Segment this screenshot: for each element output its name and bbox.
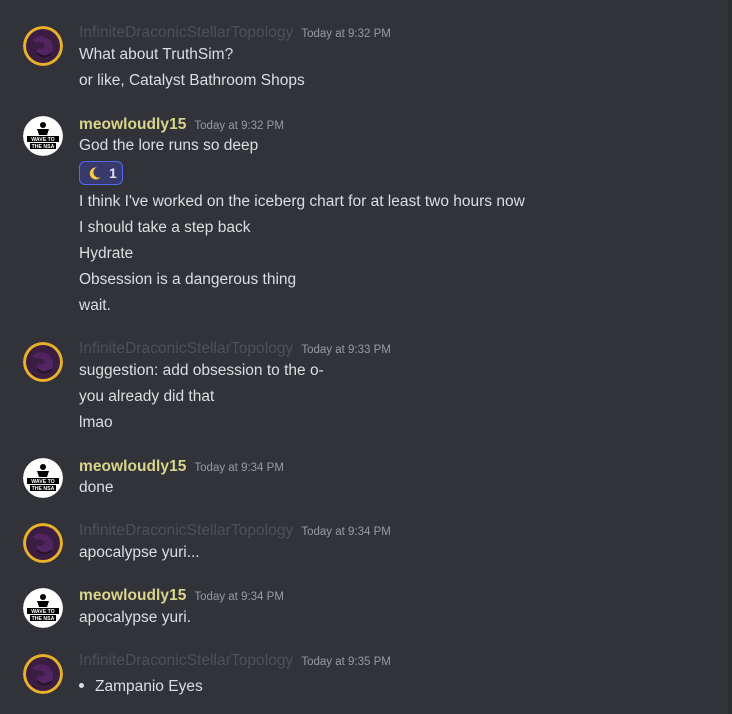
timestamp[interactable]: Today at 9:32 PM: [301, 28, 391, 40]
avatar-text: WAVE TO: [31, 479, 54, 485]
message-header: InfiniteDraconicStellarTopology Today at…: [79, 522, 391, 540]
message-header: meowloudly15 Today at 9:34 PM: [79, 587, 284, 605]
avatar-infinite-image: [23, 654, 63, 694]
message-text: I should take a step back: [79, 219, 251, 236]
message-text: done: [79, 479, 114, 496]
message-text: lmao: [79, 414, 113, 431]
username[interactable]: InfiniteDraconicStellarTopology: [79, 522, 293, 540]
reaction-button[interactable]: 1: [79, 161, 123, 185]
message-text: Hydrate: [79, 245, 134, 262]
message-text: Obsession is a dangerous thing: [79, 271, 297, 288]
message-text: wait.: [79, 297, 111, 314]
username[interactable]: meowloudly15: [79, 458, 186, 476]
avatar-text: THE NSA: [32, 616, 55, 622]
message-header: InfiniteDraconicStellarTopology Today at…: [79, 24, 391, 42]
scrollbar-track[interactable]: [728, 0, 732, 714]
avatar-text: WAVE TO: [31, 609, 54, 615]
username[interactable]: InfiniteDraconicStellarTopology: [79, 24, 293, 42]
message-text: apocalypse yuri...: [79, 544, 200, 561]
bullet-text: Zampanio Eyes: [95, 678, 203, 695]
username[interactable]: InfiniteDraconicStellarTopology: [79, 652, 293, 670]
avatar-infinite-image: [23, 523, 63, 563]
avatar-infinite[interactable]: [23, 342, 63, 382]
timestamp[interactable]: Today at 9:34 PM: [194, 462, 284, 474]
crescent-moon-icon: [89, 166, 101, 180]
timestamp[interactable]: Today at 9:34 PM: [194, 591, 284, 603]
username[interactable]: meowloudly15: [79, 587, 186, 605]
avatar-text: WAVE TO: [31, 137, 54, 143]
message-header: meowloudly15 Today at 9:34 PM: [79, 458, 284, 476]
timestamp[interactable]: Today at 9:32 PM: [194, 120, 284, 132]
avatar-meow-image: WAVE TO THE NSA: [23, 588, 63, 628]
message-text: I think I've worked on the iceberg chart…: [79, 193, 525, 210]
avatar-meow[interactable]: WAVE TO THE NSA: [23, 588, 63, 628]
bullet-dot-icon: [79, 683, 84, 689]
avatar-meow[interactable]: WAVE TO THE NSA: [23, 116, 63, 156]
timestamp[interactable]: Today at 9:35 PM: [301, 656, 391, 668]
avatar-infinite[interactable]: [23, 523, 63, 563]
avatar-meow-image: WAVE TO THE NSA: [23, 458, 63, 498]
message-text: God the lore runs so deep: [79, 137, 259, 154]
timestamp[interactable]: Today at 9:33 PM: [301, 344, 391, 356]
message-header: InfiniteDraconicStellarTopology Today at…: [79, 652, 391, 670]
username[interactable]: InfiniteDraconicStellarTopology: [79, 340, 293, 358]
message-text: suggestion: add obsession to the o-: [79, 362, 324, 379]
bullet-list-item: Zampanio Eyes: [79, 678, 203, 696]
timestamp[interactable]: Today at 9:34 PM: [301, 526, 391, 538]
avatar-text: THE NSA: [32, 486, 55, 492]
chat-message-list[interactable]: InfiniteDraconicStellarTopology Today at…: [0, 0, 732, 714]
avatar-infinite[interactable]: [23, 26, 63, 66]
username[interactable]: meowloudly15: [79, 116, 186, 134]
message-text: or like, Catalyst Bathroom Shops: [79, 72, 305, 89]
message-text: apocalypse yuri.: [79, 609, 192, 626]
avatar-infinite-image: [23, 26, 63, 66]
message-header: InfiniteDraconicStellarTopology Today at…: [79, 340, 391, 358]
message-text: you already did that: [79, 388, 215, 405]
avatar-meow-image: WAVE TO THE NSA: [23, 116, 63, 156]
message-header: meowloudly15 Today at 9:32 PM: [79, 116, 284, 134]
avatar-text: THE NSA: [32, 144, 55, 150]
avatar-infinite-image: [23, 342, 63, 382]
avatar-infinite[interactable]: [23, 654, 63, 694]
message-text: What about TruthSim?: [79, 46, 234, 63]
avatar-meow[interactable]: WAVE TO THE NSA: [23, 458, 63, 498]
reaction-count: 1: [109, 165, 117, 181]
